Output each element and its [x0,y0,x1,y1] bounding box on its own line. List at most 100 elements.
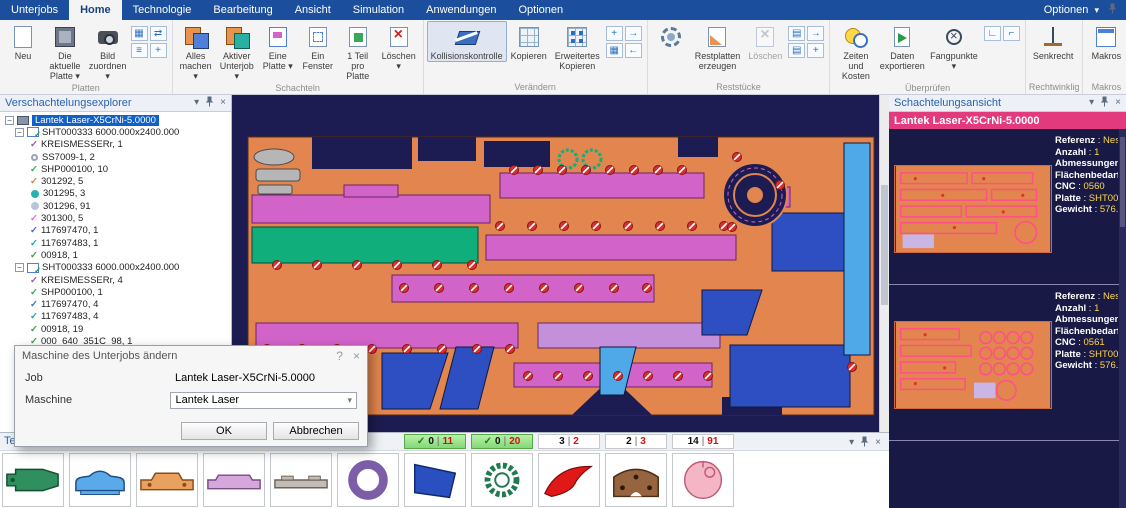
tree-part-item[interactable]: ✓117697483, 4 [0,311,231,323]
plus-icon[interactable]: + [150,43,167,58]
chevron-down-icon[interactable]: ▾ [849,438,854,448]
ribbon-alles-machen-button[interactable]: Alles machen ▾ [176,21,216,82]
tree-part-item[interactable]: ✓KREISMESSERr, 4 [0,274,231,286]
tree-part-item[interactable]: ✓301300, 5 [0,212,231,224]
tree-part-item[interactable]: ✓00918, 1 [0,249,231,261]
sheet-icon[interactable]: ▤ [788,43,805,58]
tree-part-item[interactable]: 301296, 91 [0,200,231,212]
swap-arrows-icon[interactable]: ⇄ [150,26,167,41]
ribbon-die-aktuelle-platte-button[interactable]: Die aktuelle Platte ▾ [43,21,87,82]
list-icon[interactable]: ≡ [131,43,148,58]
ribbon-neu-button[interactable]: Neu [3,21,43,62]
ok-button[interactable]: OK [181,422,267,440]
tree-part-item[interactable]: ✓301292, 5 [0,175,231,187]
check-icon: ✓ [30,213,38,224]
pin-icon[interactable] [205,96,214,110]
menu-tab-bearbeitung[interactable]: Bearbeitung [202,0,283,20]
tree-root-item[interactable]: −Lantek Laser-X5CrNi-5.0000 [0,114,231,126]
grid-icon[interactable]: ▦ [131,26,148,41]
ruler-icon[interactable]: ⌐ [1003,26,1020,41]
part-thumbnail-violet-part[interactable] [203,453,265,507]
ribbon-zeiten-und-kosten-button[interactable]: Zeiten und Kosten [833,21,878,82]
tree-part-item[interactable]: ✓117697470, 1 [0,225,231,237]
menu-tab-anwendungen[interactable]: Anwendungen [415,0,507,20]
tree-sheet-item[interactable]: −SHT000333 6000.000x2400.000 [0,126,231,138]
part-thumbnail-green-gear[interactable] [471,453,533,507]
menu-tab-simulation[interactable]: Simulation [342,0,415,20]
cancel-button[interactable]: Abbrechen [273,422,359,440]
collapse-icon[interactable]: − [5,116,14,125]
dialog-title-bar[interactable]: Maschine des Unterjobs ändern ? × [15,346,367,366]
help-icon[interactable]: ? [336,349,343,363]
ribbon-kopieren-button[interactable]: Kopieren [507,21,551,62]
menu-tab-home[interactable]: Home [69,0,122,20]
ribbon-button-label: 1 Teil pro Platte [342,51,374,81]
collapse-icon[interactable]: − [15,263,24,272]
arrow-left-icon[interactable]: ← [625,43,642,58]
grid-icon[interactable]: ▦ [606,43,623,58]
arrow-right-icon[interactable]: → [807,26,824,41]
pin-icon[interactable] [1100,96,1109,110]
ribbon-senkrecht-button[interactable]: Senkrecht [1029,21,1078,62]
tree-part-item[interactable]: 301295, 3 [0,188,231,200]
plus-icon[interactable]: + [606,26,623,41]
tree-part-item[interactable]: ✓SHP000100, 1 [0,286,231,298]
ribbon-daten-exportieren-button[interactable]: Daten exportieren [879,21,926,72]
part-thumbnail-brown-plate[interactable] [605,453,667,507]
ribbon-kollisionskontrolle-button[interactable]: Kollisionskontrolle [427,21,507,62]
ribbon-ein-fenster-button[interactable]: Ein Fenster [298,21,338,72]
ribbon-erweitertes-kopieren-button[interactable]: Erweitertes Kopieren [551,21,604,72]
close-icon[interactable]: × [875,438,881,448]
pin-icon[interactable] [860,436,869,450]
machine-select[interactable]: Lantek Laser ▾ [170,392,357,409]
part-thumbnail-green-part[interactable] [2,453,64,507]
menu-tab-optionen[interactable]: Optionen [507,0,574,20]
part-thumbnail-pink-circle[interactable] [672,453,734,507]
ribbon-1-teil-pro-platte-button[interactable]: 1 Teil pro Platte [338,21,378,82]
collapse-icon[interactable]: − [15,128,24,137]
tree-part-item[interactable]: ✓117697470, 4 [0,298,231,310]
angle-icon[interactable]: ∟ [984,26,1001,41]
ribbon-bild-zuordnen-button[interactable]: Bild zuordnen ▾ [87,21,129,82]
chevron-down-icon[interactable]: ▾ [1089,98,1094,108]
ribbon-eine-platte-button[interactable]: Eine Platte ▾ [258,21,298,72]
pin-ribbon-icon[interactable] [1108,3,1117,17]
sheet-icon [27,263,39,273]
part-thumbnail-red-blade[interactable] [538,453,600,507]
tree-part-item[interactable]: SS7009-1, 2 [0,151,231,163]
ribbon-löschen-button[interactable]: Löschen ▾ [378,21,420,72]
options-menu[interactable]: Optionen ▾ [1044,4,1099,16]
nesting-view-scrollbar[interactable] [1119,129,1126,508]
part-thumbnail-blue-part[interactable] [69,453,131,507]
ribbon-restplatten-erzeugen-button[interactable]: Restplatten erzeugen [691,21,745,72]
tree-part-item[interactable]: ✓117697483, 1 [0,237,231,249]
plus-icon[interactable]: + [807,43,824,58]
close-icon[interactable]: × [220,98,226,108]
ribbon-löschen-button[interactable]: Löschen [744,21,786,62]
ribbon-makros-button[interactable]: Makros [1086,21,1126,62]
menu-tab-technologie[interactable]: Technologie [122,0,203,20]
nesting-preview-thumbnail[interactable] [894,321,1052,409]
tree-part-item[interactable]: ✓KREISMESSERr, 1 [0,139,231,151]
part-thumbnail-purple-ring[interactable] [337,453,399,507]
chevron-down-icon[interactable]: ▾ [194,98,199,108]
part-thumbnail-orange-part[interactable] [136,453,198,507]
close-icon[interactable]: × [1115,98,1121,108]
part-thumbnail-gray-part[interactable] [270,453,332,507]
close-icon[interactable]: × [353,349,360,363]
part-thumbnail-blue-quad[interactable] [404,453,466,507]
ribbon-fangpunkte-button[interactable]: Fangpunkte ▾ [926,21,982,72]
arrow-right-icon[interactable]: → [625,26,642,41]
canvas-vertical-scrollbar[interactable] [879,95,889,432]
ribbon-aktiver-unterjob-button[interactable]: Aktiver Unterjob ▾ [216,21,258,82]
nesting-result-card[interactable]: Referenz : NestinAnzahl : 1Abmessungen :… [889,285,1126,441]
menu-tab-unterjobs[interactable]: Unterjobs [0,0,69,20]
menu-tab-ansicht[interactable]: Ansicht [284,0,342,20]
tree-part-item[interactable]: ✓00918, 19 [0,323,231,335]
tree-part-item[interactable]: ✓SHP000100, 10 [0,163,231,175]
nesting-result-card[interactable]: Referenz : NestinAnzahl : 1Abmessungen :… [889,129,1126,285]
ribbon-gear-button[interactable] [651,21,691,52]
tree-sheet-item[interactable]: −SHT000333 6000.000x2400.000 [0,262,231,274]
nesting-preview-thumbnail[interactable] [894,165,1052,253]
sheet-icon[interactable]: ▤ [788,26,805,41]
